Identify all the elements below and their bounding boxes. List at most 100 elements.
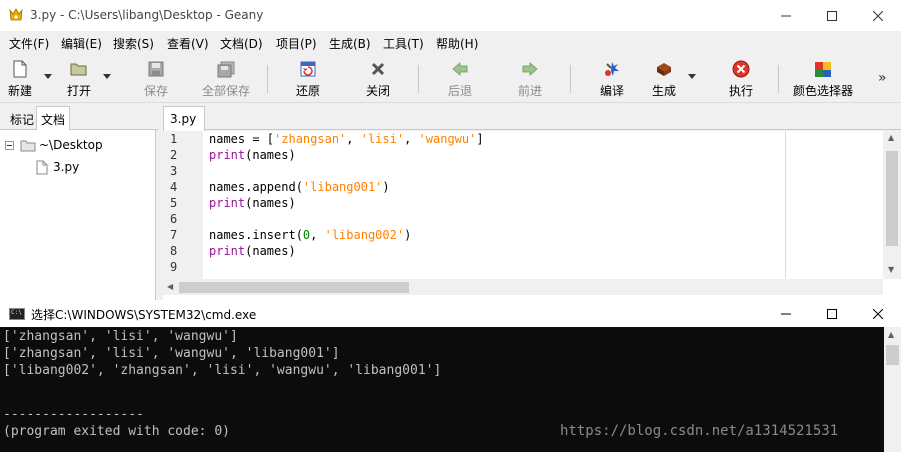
line-number: 9 [170, 260, 178, 274]
execute-icon [732, 60, 750, 78]
tree-folder-desktop[interactable]: ~\Desktop [5, 135, 103, 155]
build-dropdown-icon[interactable] [688, 74, 696, 79]
color-chooser-button[interactable]: 颜色选择器 [792, 53, 854, 103]
tab-documents[interactable]: 文档 [36, 106, 71, 131]
save-all-button[interactable]: 全部保存 [200, 53, 252, 103]
cmd-close-button[interactable] [855, 300, 901, 327]
console-line: ['zhangsan', 'lisi', 'wangwu'] [3, 329, 238, 344]
line-number: 4 [170, 180, 178, 194]
close-icon [873, 308, 883, 319]
long-line-marker [785, 131, 786, 279]
revert-button[interactable]: 还原 [294, 53, 322, 103]
build-button[interactable]: 生成 [650, 53, 678, 103]
menu-edit[interactable]: 编辑(E) [61, 35, 102, 52]
line-number: 8 [170, 244, 178, 258]
console-line: ['zhangsan', 'lisi', 'wangwu', 'libang00… [3, 346, 340, 361]
editor-horizontal-scrollbar[interactable]: ◀ [163, 279, 883, 295]
build-bricks-icon [657, 63, 671, 76]
save-icon [148, 61, 164, 77]
menu-build[interactable]: 生成(B) [329, 35, 371, 52]
cmd-window-title: 选择C:\WINDOWS\SYSTEM32\cmd.exe [31, 308, 257, 322]
scroll-thumb[interactable] [886, 345, 899, 365]
line-number: 2 [170, 148, 178, 162]
sidebar-tabs: 标记 文档 [0, 104, 158, 131]
code-line-8: print(names) [209, 244, 296, 258]
geany-window: 3.py - C:\Users\libang\Desktop - Geany 文… [0, 0, 901, 300]
menu-file[interactable]: 文件(F) [9, 35, 49, 52]
geany-app-icon [9, 8, 23, 21]
line-number: 6 [170, 212, 178, 226]
maximize-icon [827, 10, 837, 21]
editor-pane: 3.py 1 2 3 4 5 6 7 8 9 names = ['zhangsa… [163, 104, 901, 300]
execute-button[interactable]: 执行 [727, 53, 755, 103]
forward-button[interactable]: 前进 [516, 53, 544, 103]
cmd-minimize-button[interactable] [763, 300, 809, 327]
document-tree: ~\Desktop 3.py [0, 130, 156, 300]
menu-help[interactable]: 帮助(H) [436, 35, 478, 52]
cmd-window: C:\ 选择C:\WINDOWS\SYSTEM32\cmd.exe ['zhan… [0, 300, 901, 452]
back-arrow-icon [452, 62, 468, 76]
open-button[interactable]: 打开 [65, 53, 93, 103]
editor-tabs: 3.py [163, 104, 901, 131]
open-dropdown-icon[interactable] [103, 74, 111, 79]
exit-code-line: (program exited with code: 0) [3, 424, 230, 439]
menu-view[interactable]: 查看(V) [167, 35, 209, 52]
line-number-gutter: 1 2 3 4 5 6 7 8 9 [163, 131, 203, 279]
collapse-icon[interactable] [5, 140, 14, 150]
revert-icon [300, 61, 316, 77]
code-line-2: print(names) [209, 148, 296, 162]
save-button[interactable]: 保存 [142, 53, 170, 103]
minimize-icon [781, 15, 791, 16]
scroll-down-icon[interactable]: ▼ [888, 265, 894, 274]
geany-title-bar[interactable]: 3.py - C:\Users\libang\Desktop - Geany [0, 0, 901, 31]
minimize-icon [781, 313, 791, 314]
scroll-up-icon[interactable]: ▲ [888, 133, 894, 142]
window-title: 3.py - C:\Users\libang\Desktop - Geany [30, 8, 264, 22]
line-number: 5 [170, 196, 178, 210]
toolbar-separator [570, 65, 571, 93]
code-editor[interactable]: 1 2 3 4 5 6 7 8 9 names = ['zhangsan', '… [163, 131, 901, 300]
menu-search[interactable]: 搜索(S) [113, 35, 154, 52]
close-button[interactable]: 关闭 [364, 53, 392, 103]
sidebar: 标记 文档 ~\Desktop 3.py [0, 104, 158, 300]
close-icon [873, 10, 883, 21]
menu-project[interactable]: 项目(P) [276, 35, 317, 52]
watermark-text: https://blog.csdn.net/a1314521531 [560, 423, 839, 439]
close-window-button[interactable] [855, 0, 901, 31]
cmd-maximize-button[interactable] [809, 300, 855, 327]
scroll-left-icon[interactable]: ◀ [167, 282, 173, 291]
console-vertical-scrollbar[interactable]: ▲ [884, 327, 901, 452]
toolbar-overflow-icon[interactable]: » [878, 70, 887, 86]
folder-label: ~\Desktop [39, 138, 103, 152]
new-file-icon [13, 60, 27, 78]
line-number: 7 [170, 228, 178, 242]
new-button[interactable]: 新建 [6, 53, 34, 103]
maximize-button[interactable] [809, 0, 855, 31]
compile-button[interactable]: 编译 [598, 53, 626, 103]
close-file-icon [371, 62, 385, 76]
code-line-5: print(names) [209, 196, 296, 210]
editor-tab-3py[interactable]: 3.py [163, 106, 206, 131]
editor-vertical-scrollbar[interactable]: ▲ ▼ [883, 131, 901, 279]
scroll-thumb[interactable] [179, 282, 409, 293]
tree-file-3py[interactable]: 3.py [36, 157, 79, 177]
maximize-icon [827, 308, 837, 319]
new-dropdown-icon[interactable] [44, 74, 52, 79]
cmd-title-bar[interactable]: C:\ 选择C:\WINDOWS\SYSTEM32\cmd.exe [0, 300, 901, 327]
compile-icon [605, 62, 619, 76]
scroll-thumb[interactable] [886, 151, 898, 246]
back-button[interactable]: 后退 [446, 53, 474, 103]
file-label: 3.py [53, 160, 80, 174]
menu-tools[interactable]: 工具(T) [383, 35, 424, 52]
forward-arrow-icon [522, 62, 538, 76]
code-line-1: names = ['zhangsan', 'lisi', 'wangwu'] [209, 132, 484, 146]
minimize-button[interactable] [763, 0, 809, 31]
scroll-up-icon[interactable]: ▲ [888, 330, 894, 339]
code-line-7: names.insert(0, 'libang002') [209, 228, 412, 242]
save-all-icon [217, 61, 235, 77]
file-icon [36, 160, 48, 174]
color-chooser-icon [815, 62, 831, 77]
tab-symbols[interactable]: 标记 [6, 107, 38, 130]
console-output[interactable]: ['zhangsan', 'lisi', 'wangwu'] ['zhangsa… [0, 327, 901, 452]
menu-document[interactable]: 文档(D) [220, 35, 263, 52]
